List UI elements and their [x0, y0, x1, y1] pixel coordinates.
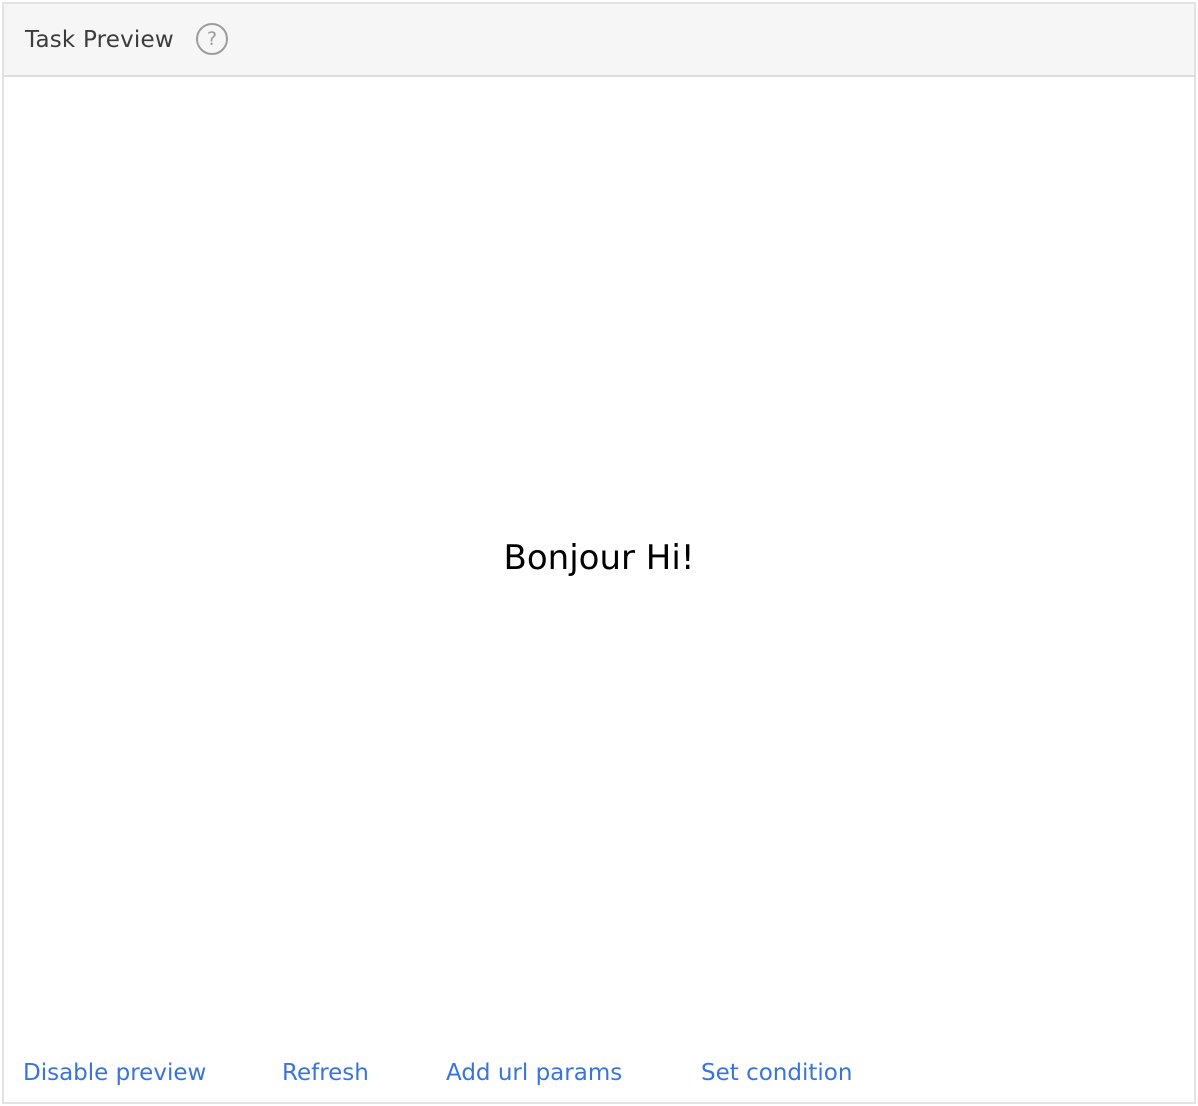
panel-title: Task Preview [25, 27, 174, 53]
preview-actions: Disable preview Refresh Add url params S… [4, 1054, 1194, 1094]
add-url-params-link[interactable]: Add url params [446, 1058, 622, 1088]
disable-preview-link[interactable]: Disable preview [23, 1058, 206, 1088]
refresh-link[interactable]: Refresh [282, 1058, 369, 1088]
help-icon[interactable]: ? [196, 23, 228, 55]
task-preview-panel: Task Preview ? Bonjour Hi! Disable previ… [2, 2, 1196, 1104]
set-condition-link[interactable]: Set condition [701, 1058, 852, 1088]
preview-text: Bonjour Hi! [503, 538, 695, 578]
preview-area: Bonjour Hi! [4, 77, 1194, 1042]
panel-header: Task Preview ? [4, 4, 1194, 77]
